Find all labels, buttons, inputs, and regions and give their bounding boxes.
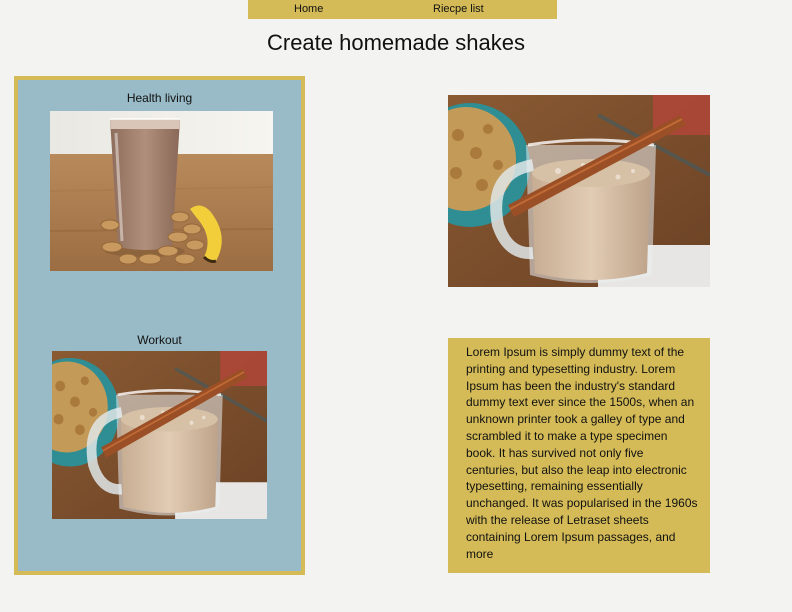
nav-home-link[interactable]: Home	[294, 3, 323, 15]
description-text: Lorem Ipsum is simply dummy text of the …	[466, 345, 698, 561]
cards-panel: Health living Workout	[14, 76, 305, 575]
top-nav: Home Riecpe list	[248, 0, 557, 19]
feature-shake-image	[448, 95, 710, 287]
card-label-health-living: Health living	[126, 91, 193, 105]
nav-recipe-list-link[interactable]: Riecpe list	[433, 3, 484, 15]
chocolate-shake-image	[50, 111, 273, 271]
cinnamon-shake-image	[52, 351, 267, 519]
card-label-workout: Workout	[137, 333, 182, 347]
page-title: Create homemade shakes	[266, 30, 526, 55]
description-box: Lorem Ipsum is simply dummy text of the …	[448, 338, 710, 573]
